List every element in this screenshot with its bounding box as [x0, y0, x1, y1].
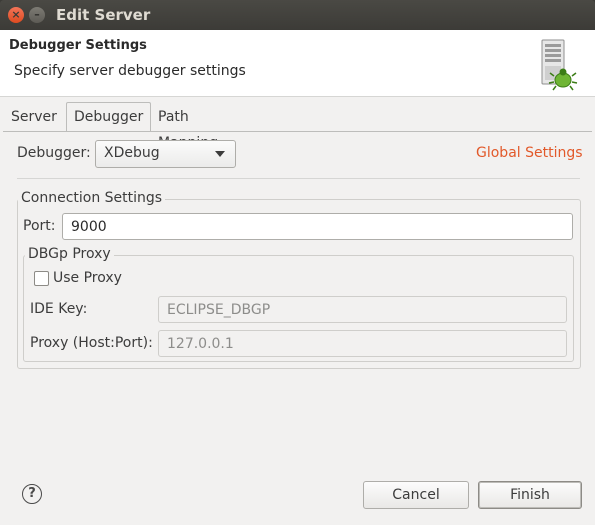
divider — [17, 178, 580, 179]
debugger-select-value: XDebug — [104, 145, 160, 161]
dialog-header: Debugger Settings Specify server debugge… — [0, 30, 595, 97]
proxy-host-port-label: Proxy (Host:Port): — [30, 335, 153, 351]
tab-panel-divider — [3, 131, 592, 132]
finish-button[interactable]: Finish — [478, 481, 582, 509]
tab-server[interactable]: Server — [4, 104, 64, 130]
tab-path-mapping[interactable]: Path Mapping — [151, 104, 225, 151]
dbgp-proxy-title: DBGp Proxy — [25, 246, 114, 262]
cancel-button[interactable]: Cancel — [363, 481, 469, 509]
page-description: Specify server debugger settings — [14, 63, 246, 79]
debugger-select[interactable]: XDebug — [95, 140, 236, 168]
use-proxy-checkbox[interactable] — [34, 271, 49, 286]
port-input[interactable] — [62, 213, 573, 240]
help-icon[interactable]: ? — [22, 484, 42, 504]
server-bug-icon — [541, 39, 578, 91]
tab-debugger[interactable]: Debugger — [66, 102, 152, 132]
edit-server-dialog: Debugger Settings Specify server debugge… — [0, 30, 595, 525]
connection-settings-title: Connection Settings — [18, 190, 166, 206]
global-settings-link[interactable]: Global Settings — [476, 145, 583, 161]
minimize-window-icon[interactable]: – — [29, 7, 45, 23]
page-title: Debugger Settings — [9, 38, 147, 53]
close-window-icon[interactable]: × — [8, 7, 24, 23]
use-proxy-label[interactable]: Use Proxy — [53, 270, 122, 286]
chevron-down-icon — [215, 151, 225, 157]
title-bar: × – Edit Server — [0, 0, 595, 30]
debugger-label: Debugger: — [17, 145, 91, 161]
window-title: Edit Server — [56, 6, 151, 24]
port-label: Port: — [23, 218, 56, 234]
ide-key-input[interactable] — [158, 296, 567, 323]
ide-key-label: IDE Key: — [30, 301, 88, 317]
proxy-host-port-input[interactable] — [158, 330, 567, 357]
